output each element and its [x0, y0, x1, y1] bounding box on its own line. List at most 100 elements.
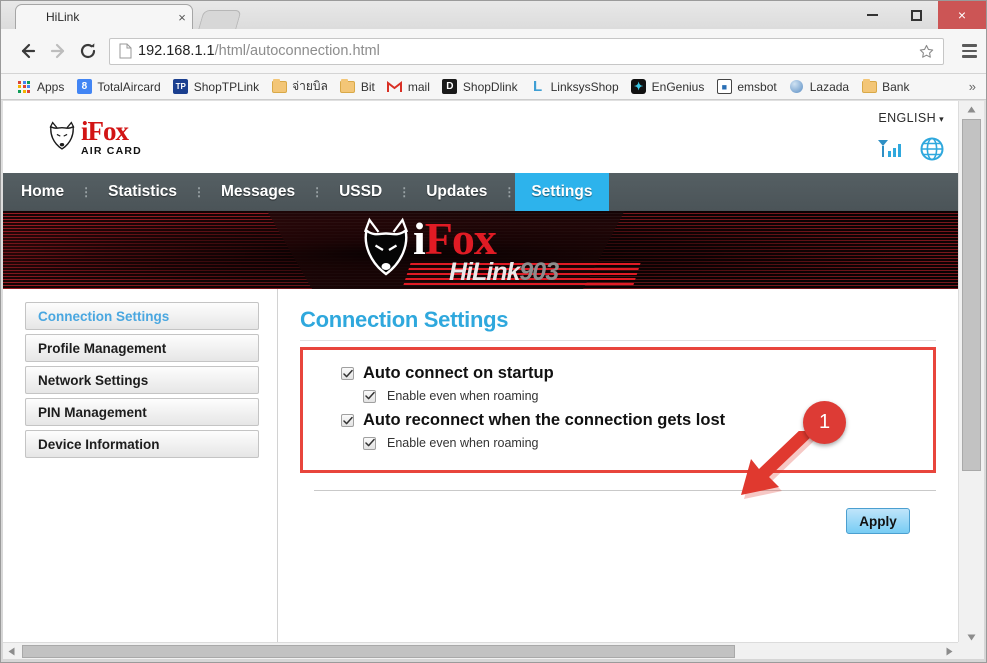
engenius-icon: ✦ — [631, 79, 647, 95]
nav-separator: ⋮ — [193, 185, 205, 199]
banner-wordmark: iFox HiLink903 — [413, 216, 559, 285]
browser-toolbar: 192.168.1.1/html/autoconnection.html — [1, 29, 986, 74]
hero-banner: iFox HiLink903 — [3, 211, 958, 289]
banner-fox: Fox — [424, 213, 497, 264]
scroll-right-icon[interactable] — [941, 643, 958, 660]
bookmark-apps[interactable]: Apps — [11, 77, 69, 97]
horizontal-scrollbar[interactable] — [3, 642, 984, 659]
badge-number: 1 — [818, 411, 831, 433]
reload-icon[interactable] — [73, 36, 103, 66]
bookmarks-overflow-icon[interactable]: » — [969, 79, 976, 94]
checkbox-checked-icon[interactable] — [363, 389, 376, 403]
settings-sidebar: Connection Settings Profile Management N… — [3, 289, 278, 646]
web-page: iFox AIR CARD ENGLISH ▾ Home ⋮ Statistic… — [3, 101, 958, 646]
url-host: 192.168.1.1 — [138, 43, 215, 59]
banner-logo: iFox HiLink903 — [355, 216, 559, 285]
sidebar-item-network-settings[interactable]: Network Settings — [25, 366, 259, 394]
bookmark-totalaircard[interactable]: 8 TotalAircard — [71, 77, 165, 97]
network-globe-icon — [920, 137, 944, 166]
checkbox-checked-icon[interactable] — [341, 414, 354, 427]
status-icon-group — [876, 137, 944, 166]
title-divider — [300, 340, 936, 341]
sidebar-item-profile-management[interactable]: Profile Management — [25, 334, 259, 362]
url-text: 192.168.1.1/html/autoconnection.html — [138, 43, 915, 59]
page-viewport: iFox AIR CARD ENGLISH ▾ Home ⋮ Statistic… — [3, 101, 984, 646]
sidebar-item-pin-management[interactable]: PIN Management — [25, 398, 259, 426]
tab-close-icon[interactable]: × — [172, 10, 192, 25]
folder-icon — [861, 78, 877, 95]
option-auto-connect-on-startup[interactable]: Auto connect on startup — [341, 364, 933, 383]
bookmark-linksysshop[interactable]: L LinksysShop — [525, 77, 624, 97]
bookmark-label: Bank — [882, 79, 910, 94]
bookmark-shopdlink[interactable]: D ShopDlink — [437, 77, 523, 97]
tab-title: HiLink — [46, 10, 80, 24]
brand-fox: Fox — [87, 115, 129, 146]
robot-icon: ■ — [716, 79, 732, 95]
page-title: Connection Settings — [300, 307, 509, 332]
chrome-menu-icon[interactable] — [952, 36, 986, 66]
bookmark-label: Lazada — [809, 79, 850, 94]
bookmark-folder-thai[interactable]: จ่ายบิล — [266, 77, 333, 97]
language-value: ENGLISH — [878, 111, 937, 125]
maximize-button[interactable] — [894, 1, 938, 29]
back-icon[interactable] — [13, 36, 43, 66]
checkbox-checked-icon[interactable] — [363, 436, 376, 450]
option-roaming-startup[interactable]: Enable even when roaming — [363, 389, 933, 403]
bookmark-label: emsbot — [737, 79, 777, 94]
page-document-icon — [116, 43, 134, 59]
folder-icon — [340, 78, 356, 95]
sidebar-item-device-information[interactable]: Device Information — [25, 430, 259, 458]
bookmark-folder-bank[interactable]: Bank — [856, 77, 914, 97]
nav-item-home[interactable]: Home — [3, 173, 80, 211]
annotation-badge-1: 1 — [803, 401, 846, 444]
checkbox-checked-icon[interactable] — [341, 367, 354, 380]
bookmark-label: จ่ายบิล — [292, 79, 328, 93]
scroll-up-icon[interactable] — [959, 101, 984, 118]
brand-tagline: AIR CARD — [81, 144, 142, 157]
sidebar-item-connection-settings[interactable]: Connection Settings — [25, 302, 259, 330]
bookmark-label: Apps — [37, 79, 65, 94]
apply-button[interactable]: Apply — [846, 508, 910, 534]
bookmark-label: ShopTPLink — [193, 79, 260, 94]
bookmark-emsbot[interactable]: ■ emsbot — [711, 77, 781, 97]
close-window-button[interactable]: × — [938, 1, 986, 29]
nav-item-settings[interactable]: Settings — [515, 173, 609, 211]
apps-grid-icon — [16, 79, 32, 95]
option-label: Auto connect on startup — [363, 364, 554, 382]
nav-item-ussd[interactable]: USSD — [323, 173, 398, 211]
address-bar[interactable]: 192.168.1.1/html/autoconnection.html — [109, 37, 944, 65]
option-roaming-reconnect[interactable]: Enable even when roaming — [363, 436, 933, 450]
bookmark-lazada[interactable]: Lazada — [784, 77, 854, 97]
language-selector[interactable]: ENGLISH ▾ — [878, 111, 944, 125]
vertical-scroll-thumb[interactable] — [962, 119, 981, 471]
horizontal-scroll-thumb[interactable] — [22, 645, 735, 658]
option-label: Enable even when roaming — [387, 389, 539, 403]
site-logo: iFox AIR CARD — [17, 113, 189, 161]
nav-item-statistics[interactable]: Statistics — [92, 173, 193, 211]
bookmark-label: mail — [407, 79, 430, 94]
bookmark-label: TotalAircard — [97, 79, 161, 94]
nav-separator: ⋮ — [80, 185, 93, 199]
settings-main-panel: Connection Settings Auto connect on star… — [278, 289, 958, 646]
bookmark-label: ShopDlink — [462, 79, 518, 94]
browser-tab[interactable]: HiLink × — [15, 4, 193, 29]
tplink-icon: TP — [173, 79, 189, 95]
bookmark-star-icon[interactable] — [915, 44, 937, 59]
bookmark-engenius[interactable]: ✦ EnGenius — [626, 77, 710, 97]
scroll-left-icon[interactable] — [3, 643, 20, 660]
main-navigation: Home ⋮ Statistics ⋮ Messages ⋮ USSD ⋮ Up… — [3, 173, 958, 211]
bookmark-mail[interactable]: mail — [382, 77, 435, 97]
nav-separator: ⋮ — [398, 185, 411, 199]
nav-item-messages[interactable]: Messages — [205, 173, 311, 211]
bookmark-label: EnGenius — [651, 79, 705, 94]
globe-icon — [789, 79, 805, 95]
browser-window: HiLink × × 192.168.1.1/html/autoconnecti… — [0, 0, 987, 663]
vertical-scrollbar[interactable] — [958, 101, 984, 646]
bookmark-shoptplink[interactable]: TP ShopTPLink — [168, 77, 264, 97]
minimize-button[interactable] — [850, 1, 894, 29]
forward-icon[interactable] — [43, 36, 73, 66]
close-icon: × — [957, 7, 967, 23]
bookmark-folder-bit[interactable]: Bit — [335, 77, 380, 97]
new-tab-button[interactable] — [198, 10, 242, 29]
nav-item-updates[interactable]: Updates — [410, 173, 503, 211]
